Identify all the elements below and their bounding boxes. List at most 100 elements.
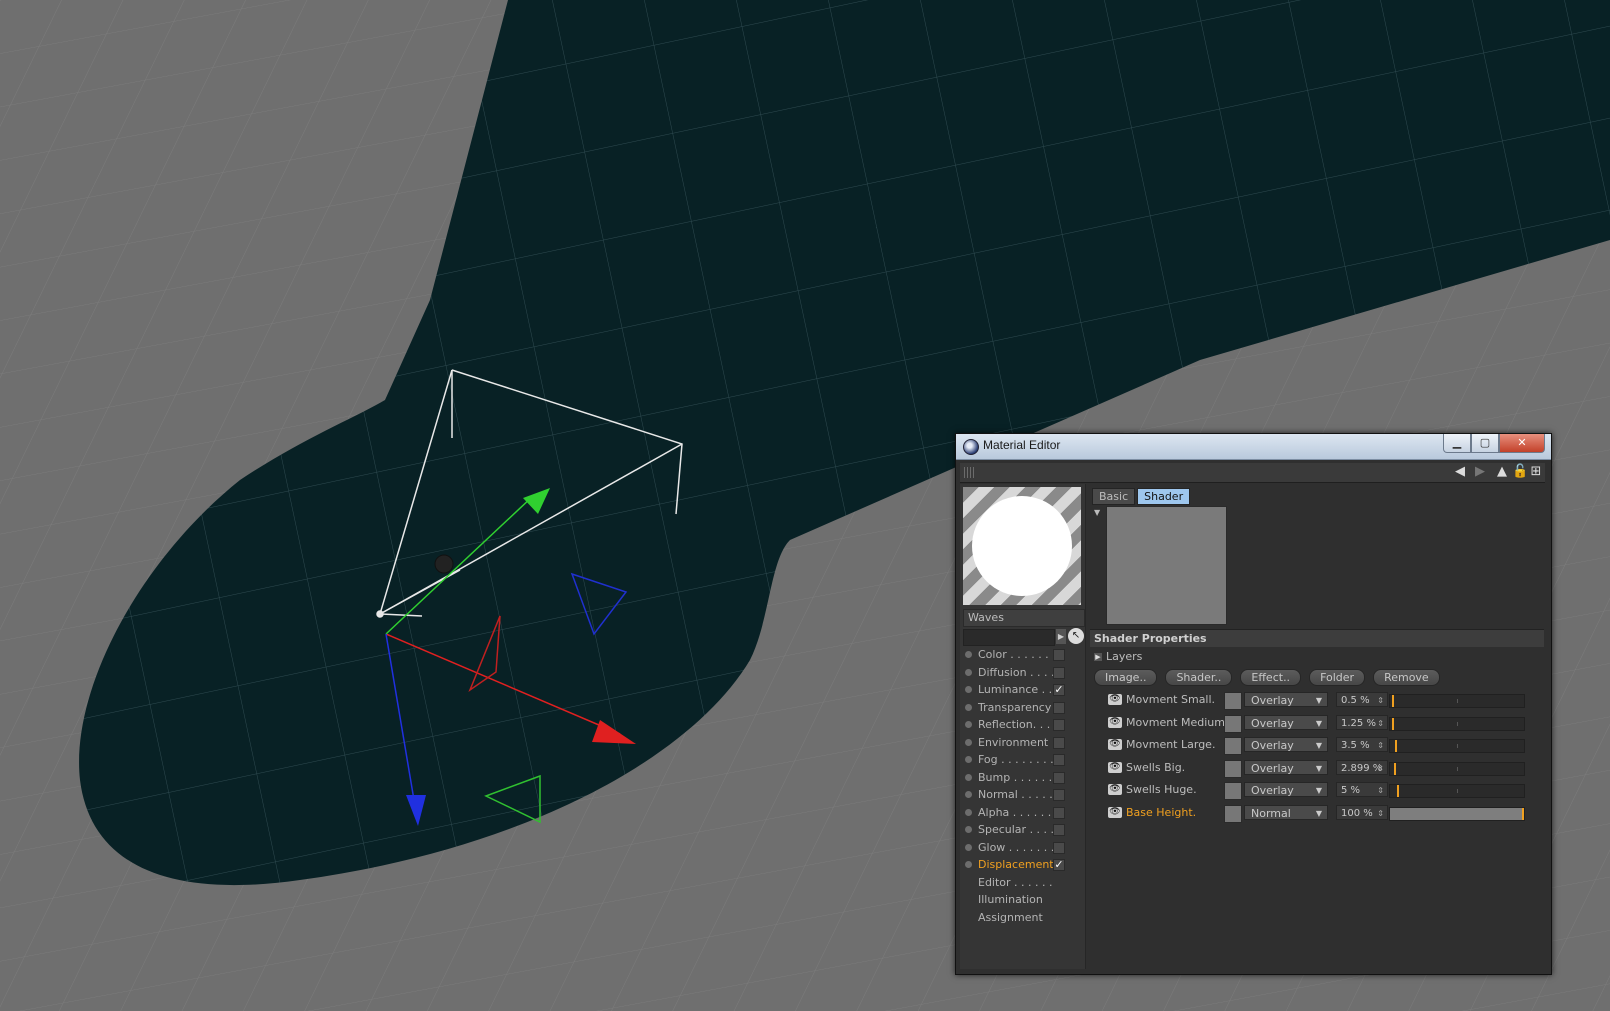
layer-thumbnail[interactable] (1224, 737, 1242, 755)
spinner-icon[interactable]: ⇕ (1377, 716, 1384, 731)
spinner-icon[interactable]: ⇕ (1377, 806, 1384, 821)
layer-thumbnail[interactable] (1224, 692, 1242, 710)
layer-row[interactable]: 👁 Base Height. Normal ▼ 100 % ⇕ (1108, 804, 1544, 823)
layers-expand-icon[interactable]: ▶ (1094, 653, 1102, 661)
opacity-slider[interactable] (1389, 806, 1525, 821)
channel-item[interactable]: Reflection. . . . (960, 716, 1085, 733)
layer-row[interactable]: 👁 Movment Medium. Overlay ▼ 1.25 % ⇕ (1108, 714, 1544, 733)
channel-checkbox[interactable] (1053, 666, 1065, 679)
slider-thumb[interactable] (1392, 695, 1394, 707)
channel-checkbox[interactable] (1053, 649, 1065, 661)
slider-thumb[interactable] (1394, 762, 1396, 775)
new-window-icon[interactable]: ⊞ (1528, 464, 1544, 480)
opacity-input[interactable]: 100 % ⇕ (1336, 804, 1388, 821)
material-preview[interactable] (963, 487, 1081, 605)
channel-item[interactable]: Displacement ✓ (960, 856, 1085, 873)
maximize-button[interactable]: ▢ (1471, 434, 1499, 453)
shader-button[interactable]: Shader.. (1165, 669, 1233, 686)
blend-mode-dropdown[interactable]: Overlay ▼ (1244, 782, 1328, 797)
material-name[interactable]: Waves (963, 609, 1085, 627)
opacity-slider[interactable] (1389, 761, 1525, 776)
channel-checkbox[interactable] (1053, 824, 1065, 836)
opacity-input[interactable]: 2.899 % ⇕ (1336, 759, 1388, 775)
layer-thumbnail[interactable] (1224, 804, 1242, 823)
channel-item[interactable]: Luminance . . . ✓ (960, 681, 1085, 698)
channel-item[interactable]: Transparency (960, 699, 1085, 716)
toolbar-grip-icon[interactable] (964, 467, 974, 478)
spinner-icon[interactable]: ⇕ (1377, 783, 1384, 798)
channel-item[interactable]: Alpha . . . . . . . (960, 804, 1085, 821)
image-button[interactable]: Image.. (1094, 669, 1158, 686)
eye-icon[interactable]: 👁 (1108, 784, 1122, 795)
spinner-icon[interactable]: ⇕ (1377, 738, 1384, 753)
lock-icon[interactable]: 🔓 (1512, 464, 1528, 480)
blend-mode-dropdown[interactable]: Normal ▼ (1244, 804, 1328, 820)
layer-row[interactable]: 👁 Movment Large. Overlay ▼ 3.5 % ⇕ (1108, 736, 1544, 755)
channel-item[interactable]: Editor . . . . . . (960, 874, 1085, 891)
channel-checkbox[interactable] (1053, 736, 1065, 749)
opacity-input[interactable]: 0.5 % ⇕ (1336, 692, 1388, 707)
channel-item[interactable]: Environment (960, 734, 1085, 751)
opacity-slider[interactable] (1389, 784, 1525, 798)
blend-mode-dropdown[interactable]: Overlay ▼ (1244, 692, 1328, 707)
name-arrow-icon[interactable]: ▶ (1056, 629, 1066, 644)
title-bar[interactable]: Material Editor ▁ ▢ ✕ (956, 434, 1551, 460)
channel-checkbox[interactable] (1053, 789, 1065, 801)
channel-item[interactable]: Normal . . . . . . (960, 786, 1085, 803)
channel-item[interactable]: Illumination (960, 891, 1085, 908)
close-button[interactable]: ✕ (1499, 434, 1545, 453)
material-editor-window[interactable]: Material Editor ▁ ▢ ✕ ◀ ▶ ▲ 🔓 ⊞ Waves ▶ … (955, 433, 1552, 975)
channel-checkbox[interactable]: ✓ (1053, 684, 1065, 696)
opacity-slider[interactable] (1389, 716, 1525, 731)
channel-item[interactable]: Assignment (960, 909, 1085, 926)
eye-icon[interactable]: 👁 (1108, 716, 1122, 728)
layer-name[interactable]: Movment Large. (1126, 738, 1215, 751)
layer-thumbnail[interactable] (1224, 759, 1242, 778)
eye-icon[interactable]: 👁 (1108, 806, 1122, 818)
back-arrow-icon[interactable]: ◀ (1452, 464, 1468, 480)
blend-mode-dropdown[interactable]: Overlay ▼ (1244, 737, 1328, 752)
layer-name[interactable]: Swells Big. (1126, 761, 1185, 774)
tab-basic[interactable]: Basic (1092, 488, 1136, 505)
up-arrow-icon[interactable]: ▲ (1494, 464, 1510, 480)
channel-checkbox[interactable] (1053, 771, 1065, 784)
opacity-slider[interactable] (1389, 739, 1525, 753)
blend-mode-dropdown[interactable]: Overlay ▼ (1244, 759, 1328, 775)
layer-name[interactable]: Base Height. (1126, 806, 1196, 819)
slider-thumb[interactable] (1522, 807, 1524, 820)
layer-row[interactable]: 👁 Swells Huge. Overlay ▼ 5 % ⇕ (1108, 781, 1544, 800)
collapse-arrow-icon[interactable]: ▼ (1094, 508, 1100, 517)
slider-thumb[interactable] (1397, 785, 1399, 797)
channel-checkbox[interactable] (1053, 841, 1065, 854)
layer-name[interactable]: Swells Huge. (1126, 783, 1197, 796)
channel-item[interactable]: Bump . . . . . . . (960, 769, 1085, 786)
channel-item[interactable]: Glow . . . . . . . . (960, 839, 1085, 856)
effect-button[interactable]: Effect.. (1240, 669, 1302, 686)
channel-item[interactable]: Diffusion . . . . . (960, 664, 1085, 681)
slider-thumb[interactable] (1392, 717, 1394, 730)
forward-arrow-icon[interactable]: ▶ (1472, 464, 1488, 480)
layer-row[interactable]: 👁 Swells Big. Overlay ▼ 2.899 % ⇕ (1108, 759, 1544, 778)
layer-thumbnail[interactable] (1224, 782, 1242, 800)
blend-mode-dropdown[interactable]: Overlay ▼ (1244, 714, 1328, 730)
minimize-button[interactable]: ▁ (1443, 434, 1471, 453)
eye-icon[interactable]: 👁 (1108, 694, 1122, 705)
channel-checkbox[interactable] (1053, 754, 1065, 766)
channel-checkbox[interactable] (1053, 701, 1065, 714)
slider-thumb[interactable] (1395, 740, 1397, 752)
layer-thumbnail[interactable] (1224, 714, 1242, 733)
opacity-input[interactable]: 5 % ⇕ (1336, 782, 1388, 797)
folder-button[interactable]: Folder (1309, 669, 1366, 686)
tab-shader[interactable]: Shader (1137, 488, 1191, 505)
channel-checkbox[interactable] (1053, 719, 1065, 731)
remove-button[interactable]: Remove (1373, 669, 1440, 686)
opacity-input[interactable]: 3.5 % ⇕ (1336, 737, 1388, 752)
eye-icon[interactable]: 👁 (1108, 761, 1122, 773)
channel-item[interactable]: Color . . . . . . . (960, 646, 1085, 663)
pick-object-icon[interactable]: ↖ (1068, 628, 1084, 644)
opacity-input[interactable]: 1.25 % ⇕ (1336, 714, 1388, 731)
layer-name[interactable]: Movment Medium. (1126, 716, 1228, 729)
material-name-input[interactable] (963, 629, 1055, 646)
channel-item[interactable]: Specular . . . . . (960, 821, 1085, 838)
spinner-icon[interactable]: ⇕ (1377, 693, 1384, 708)
